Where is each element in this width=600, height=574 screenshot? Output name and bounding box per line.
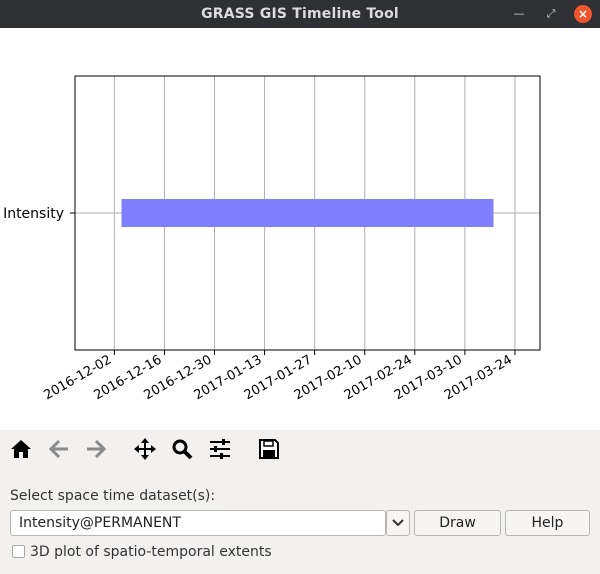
forward-button[interactable] xyxy=(82,434,110,464)
minimize-button[interactable]: — xyxy=(509,4,529,24)
maximize-button[interactable]: ⤢ xyxy=(541,4,561,24)
home-icon xyxy=(11,440,31,458)
plot3d-label: 3D plot of spatio-temporal extents xyxy=(30,544,272,560)
draw-button[interactable]: Draw xyxy=(414,510,501,536)
back-arrow-icon xyxy=(48,439,68,459)
back-button[interactable] xyxy=(45,434,73,464)
zoom-button[interactable] xyxy=(168,434,196,464)
home-button[interactable] xyxy=(7,434,35,464)
plot-area: 2016-12-02 2016-12-16 2016-12-30 2017-01-13… xyxy=(0,28,600,430)
dataset-dropdown-button[interactable] xyxy=(386,510,410,536)
timeline-bar xyxy=(121,199,494,227)
chevron-down-icon xyxy=(392,519,404,527)
pan-icon xyxy=(134,438,156,460)
save-button[interactable] xyxy=(255,434,283,464)
plot-toolbar xyxy=(0,430,600,470)
configure-subplots-icon xyxy=(210,439,230,459)
title-bar: GRASS GIS Timeline Tool — ⤢ × xyxy=(0,0,600,28)
configure-subplots-button[interactable] xyxy=(206,434,234,464)
plot3d-checkbox[interactable] xyxy=(12,545,25,558)
dataset-combobox[interactable]: Intensity@PERMANENT xyxy=(10,510,386,536)
save-icon xyxy=(259,439,279,459)
help-button[interactable]: Help xyxy=(505,510,590,536)
zoom-icon xyxy=(172,439,193,460)
close-button[interactable]: × xyxy=(574,5,592,23)
pan-button[interactable] xyxy=(131,434,159,464)
y-tick-label: Intensity xyxy=(3,206,64,222)
dataset-label: Select space time dataset(s): xyxy=(10,488,216,504)
forward-arrow-icon xyxy=(87,439,107,459)
timeline-chart: 2016-12-022016-12-162016-12-302017-01-13… xyxy=(3,75,541,403)
